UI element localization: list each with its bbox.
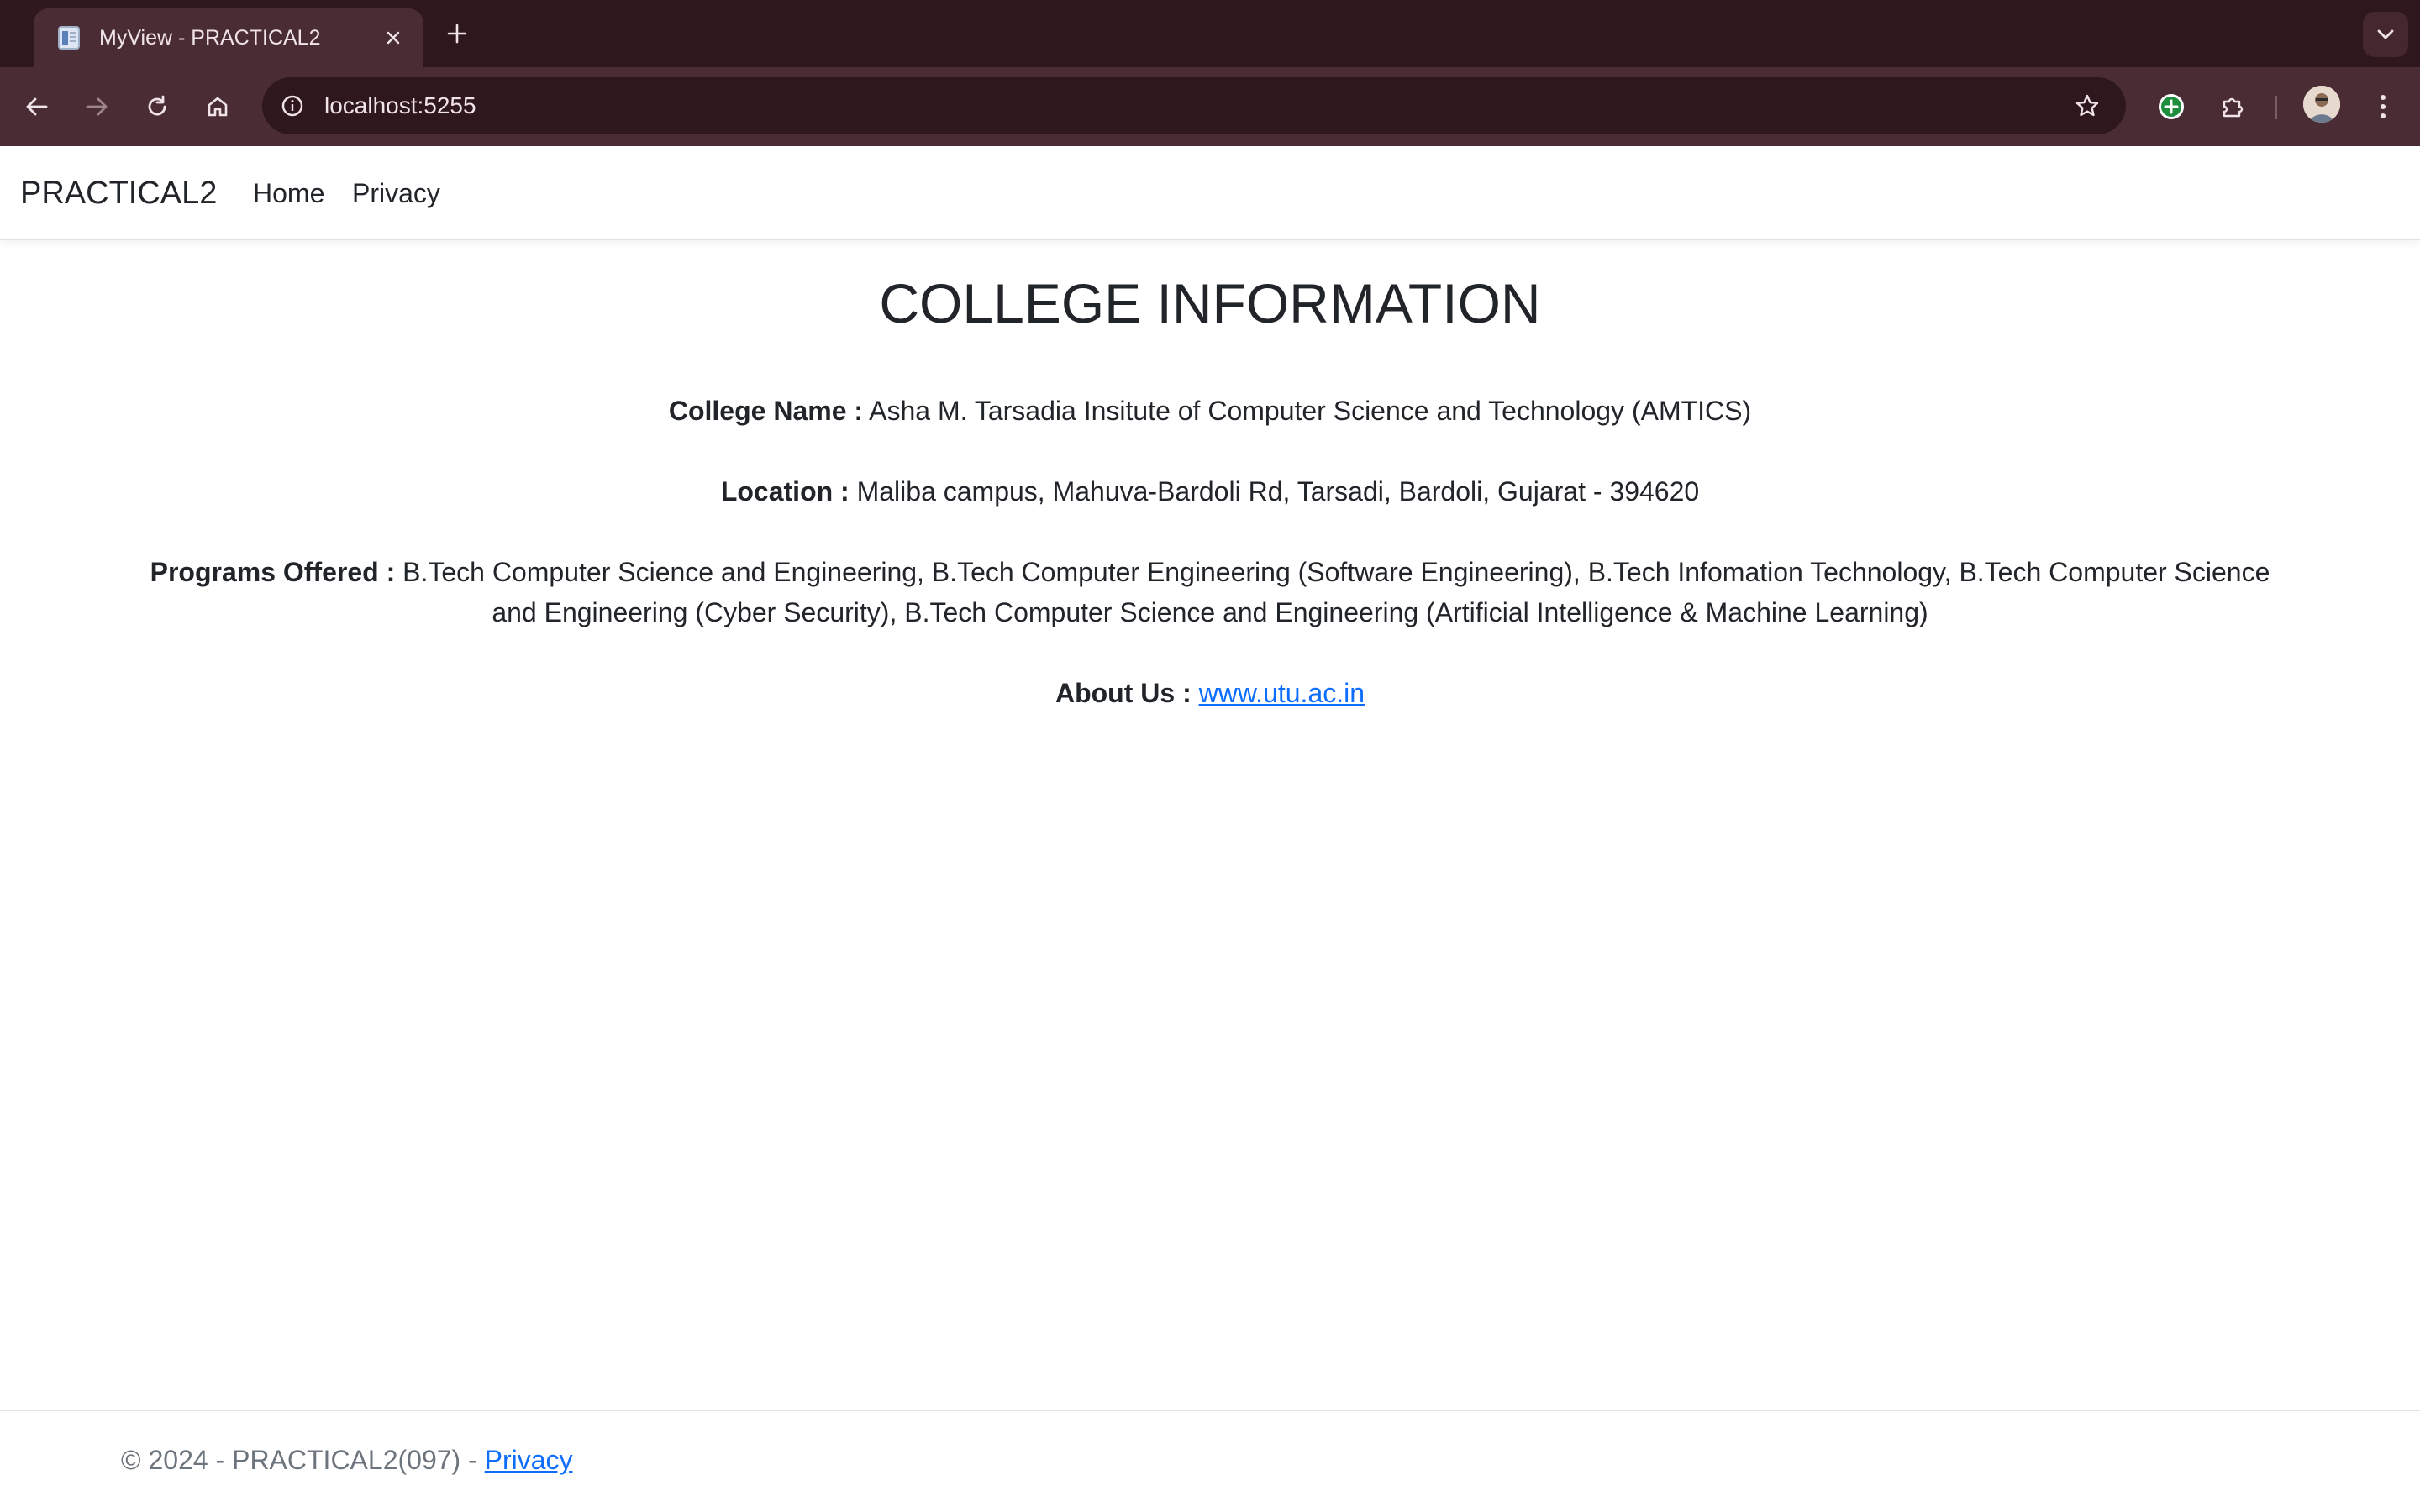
footer-privacy-link[interactable]: Privacy <box>485 1445 573 1475</box>
nav-link-home[interactable]: Home <box>253 146 324 240</box>
programs-value-line2: and Engineering (Cyber Security), B.Tech… <box>492 597 1928 628</box>
chevron-down-icon[interactable] <box>2363 12 2408 57</box>
programs-value-line1: B.Tech Computer Science and Engineering,… <box>402 557 2270 588</box>
browser-toolbar: localhost:5255 <box>0 67 2420 146</box>
about-link[interactable]: www.utu.ac.in <box>1199 678 1365 708</box>
college-name-line: College Name : Asha M. Tarsadia Insitute… <box>126 391 2294 431</box>
arrow-right-icon[interactable] <box>74 84 119 129</box>
avatar[interactable] <box>2303 86 2340 123</box>
navbar-brand[interactable]: PRACTICAL2 <box>20 146 217 240</box>
footer-text: © 2024 - PRACTICAL2(097) - Privacy <box>121 1445 573 1476</box>
address-bar[interactable]: localhost:5255 <box>262 77 2126 134</box>
programs-line: Programs Offered : B.Tech Computer Scien… <box>126 552 2294 633</box>
main-content: COLLEGE INFORMATION College Name : Asha … <box>126 240 2294 713</box>
info-icon[interactable] <box>272 86 313 126</box>
site-footer: © 2024 - PRACTICAL2(097) - Privacy <box>0 1410 2420 1512</box>
programs-label: Programs Offered : <box>150 557 396 588</box>
kebab-menu-icon[interactable] <box>2360 84 2406 129</box>
close-icon[interactable] <box>378 23 408 53</box>
puzzle-icon[interactable] <box>2210 84 2255 129</box>
document-icon <box>57 25 81 50</box>
footer-copyright: © 2024 - PRACTICAL2(097) - <box>121 1445 485 1475</box>
toolbar-divider <box>2275 96 2277 119</box>
site-navbar: PRACTICAL2 Home Privacy <box>0 146 2420 240</box>
location-line: Location : Maliba campus, Mahuva-Bardoli… <box>126 471 2294 512</box>
nav-link-privacy[interactable]: Privacy <box>352 146 440 240</box>
about-label: About Us : <box>1055 678 1192 709</box>
about-line: About Us : www.utu.ac.in <box>126 673 2294 713</box>
tab-title: MyView - PRACTICAL2 <box>99 25 321 50</box>
url-text[interactable]: localhost:5255 <box>324 77 476 134</box>
college-name-value: Asha M. Tarsadia Insitute of Computer Sc… <box>869 396 1752 427</box>
reload-icon[interactable] <box>134 84 180 129</box>
browser-tab[interactable]: MyView - PRACTICAL2 <box>34 8 424 67</box>
plus-icon[interactable] <box>440 17 474 50</box>
location-value: Maliba campus, Mahuva-Bardoli Rd, Tarsad… <box>856 476 1700 507</box>
page-title: COLLEGE INFORMATION <box>879 272 1541 334</box>
college-name-label: College Name : <box>668 396 864 427</box>
star-icon[interactable] <box>2067 86 2107 126</box>
plus-circle-icon[interactable] <box>2149 84 2194 129</box>
location-label: Location : <box>720 476 850 507</box>
tab-strip: MyView - PRACTICAL2 <box>0 0 2420 67</box>
arrow-left-icon[interactable] <box>14 84 60 129</box>
home-icon[interactable] <box>195 84 240 129</box>
